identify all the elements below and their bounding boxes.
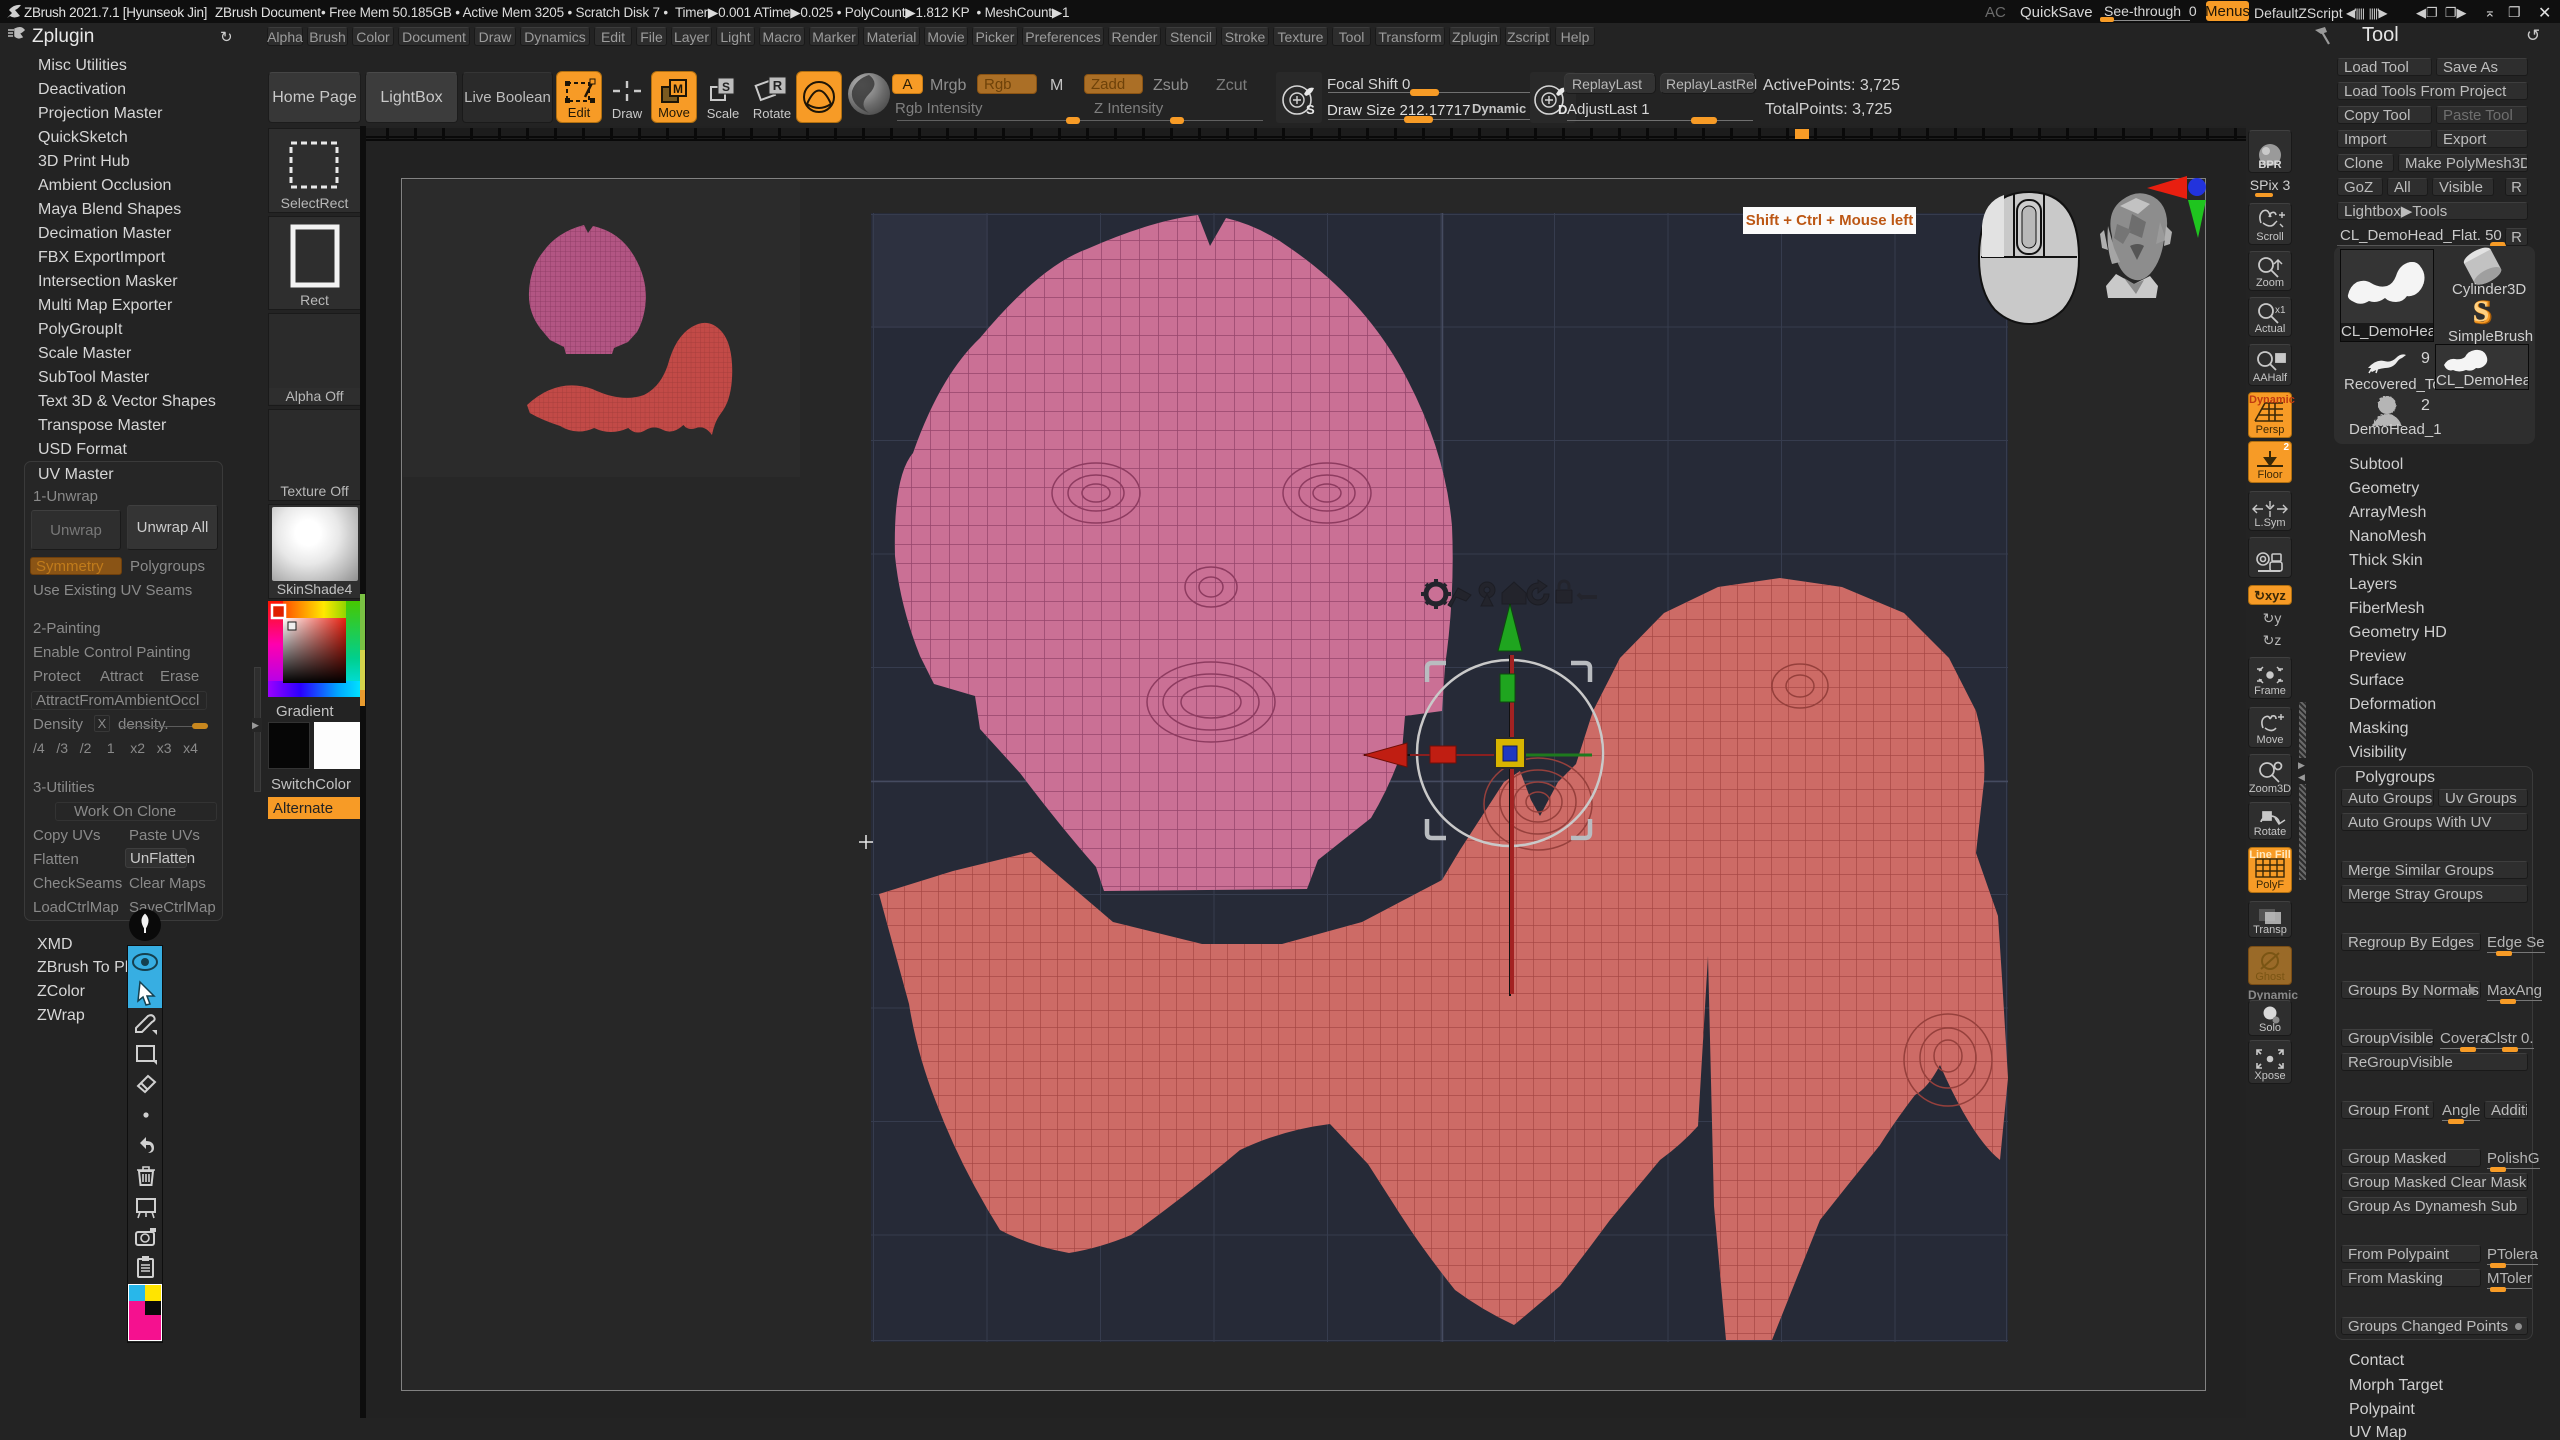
svg-text:S: S bbox=[722, 80, 730, 94]
svg-text:x1: x1 bbox=[2275, 305, 2286, 316]
svg-text:D: D bbox=[1558, 102, 1567, 117]
svg-text:M: M bbox=[673, 82, 683, 96]
svg-text:S: S bbox=[2473, 295, 2490, 328]
svg-text:R: R bbox=[773, 78, 783, 93]
svg-text:S: S bbox=[1306, 102, 1315, 117]
